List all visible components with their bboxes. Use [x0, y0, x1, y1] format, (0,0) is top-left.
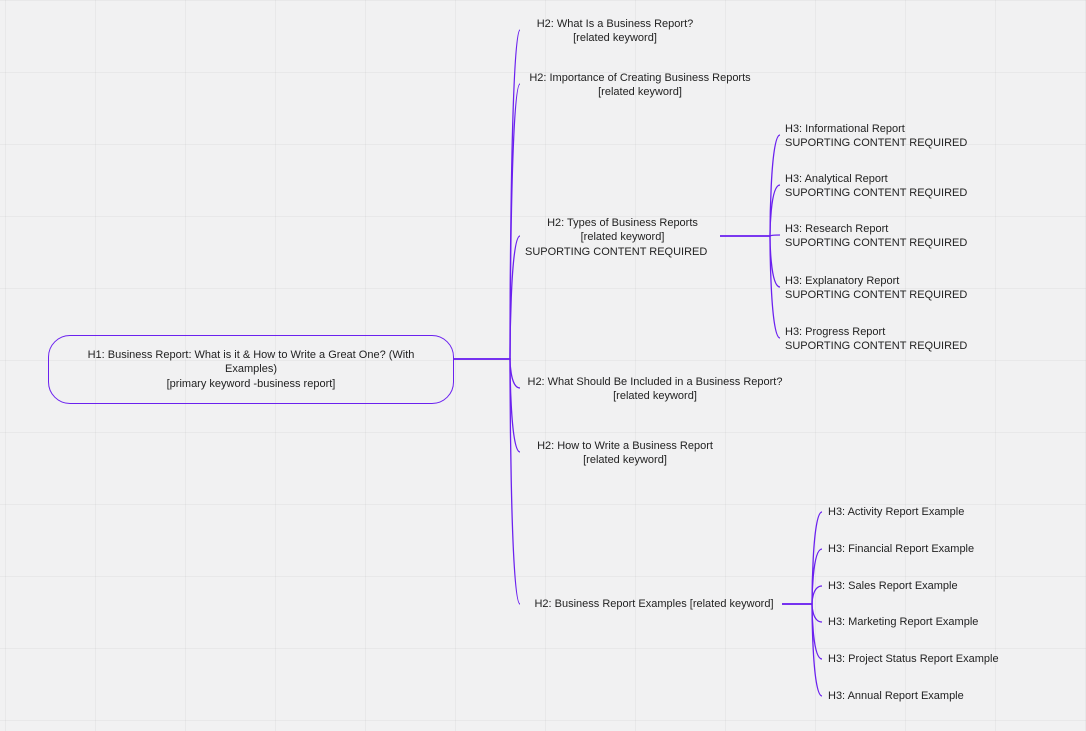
h3-node-activity-example[interactable]: H3: Activity Report Example	[828, 505, 964, 519]
h3-node-financial-example[interactable]: H3: Financial Report Example	[828, 542, 974, 556]
h2-node-what-is[interactable]: H2: What Is a Business Report? [related …	[525, 17, 705, 46]
node-title: H3: Financial Report Example	[828, 542, 974, 556]
root-subtitle: [primary keyword -business report]	[71, 377, 431, 391]
node-title: H2: Business Report Examples [related ke…	[525, 597, 783, 611]
node-title: H3: Explanatory Report	[785, 274, 967, 288]
h3-node-sales-example[interactable]: H3: Sales Report Example	[828, 579, 958, 593]
node-title: H2: What Is a Business Report?	[525, 17, 705, 31]
node-title: H3: Progress Report	[785, 325, 967, 339]
node-title: H3: Activity Report Example	[828, 505, 964, 519]
h3-node-progress[interactable]: H3: Progress Report SUPORTING CONTENT RE…	[785, 325, 967, 354]
node-title: H2: Types of Business Reports	[525, 216, 720, 230]
h3-node-informational[interactable]: H3: Informational Report SUPORTING CONTE…	[785, 122, 967, 151]
root-title: H1: Business Report: What is it & How to…	[71, 348, 431, 377]
node-title: H2: Importance of Creating Business Repo…	[525, 71, 755, 85]
node-subtitle: [related keyword]	[525, 31, 705, 45]
node-title: H3: Analytical Report	[785, 172, 967, 186]
node-subtitle: [related keyword]	[525, 389, 785, 403]
h2-node-importance[interactable]: H2: Importance of Creating Business Repo…	[525, 71, 755, 100]
h3-node-research[interactable]: H3: Research Report SUPORTING CONTENT RE…	[785, 222, 967, 251]
h2-node-included[interactable]: H2: What Should Be Included in a Busines…	[525, 375, 785, 404]
node-note: SUPORTING CONTENT REQUIRED	[785, 136, 967, 150]
h3-node-annual-example[interactable]: H3: Annual Report Example	[828, 689, 964, 703]
node-note: SUPORTING CONTENT REQUIRED	[785, 288, 967, 302]
node-title: H3: Sales Report Example	[828, 579, 958, 593]
h3-node-project-status-example[interactable]: H3: Project Status Report Example	[828, 652, 999, 666]
root-node-h1[interactable]: H1: Business Report: What is it & How to…	[48, 335, 454, 404]
node-note: SUPORTING CONTENT REQUIRED	[525, 245, 720, 259]
h3-node-explanatory[interactable]: H3: Explanatory Report SUPORTING CONTENT…	[785, 274, 967, 303]
h3-node-marketing-example[interactable]: H3: Marketing Report Example	[828, 615, 978, 629]
node-title: H3: Marketing Report Example	[828, 615, 978, 629]
node-title: H2: How to Write a Business Report	[525, 439, 725, 453]
node-title: H2: What Should Be Included in a Busines…	[525, 375, 785, 389]
node-subtitle: [related keyword]	[525, 85, 755, 99]
node-subtitle: [related keyword]	[525, 230, 720, 244]
node-title: H3: Annual Report Example	[828, 689, 964, 703]
node-title: H3: Project Status Report Example	[828, 652, 999, 666]
h2-node-how-to-write[interactable]: H2: How to Write a Business Report [rela…	[525, 439, 725, 468]
node-title: H3: Research Report	[785, 222, 967, 236]
node-note: SUPORTING CONTENT REQUIRED	[785, 186, 967, 200]
h3-node-analytical[interactable]: H3: Analytical Report SUPORTING CONTENT …	[785, 172, 967, 201]
node-subtitle: [related keyword]	[525, 453, 725, 467]
node-note: SUPORTING CONTENT REQUIRED	[785, 236, 967, 250]
h2-node-examples[interactable]: H2: Business Report Examples [related ke…	[525, 597, 783, 611]
node-title: H3: Informational Report	[785, 122, 967, 136]
h2-node-types[interactable]: H2: Types of Business Reports [related k…	[525, 216, 720, 259]
node-note: SUPORTING CONTENT REQUIRED	[785, 339, 967, 353]
